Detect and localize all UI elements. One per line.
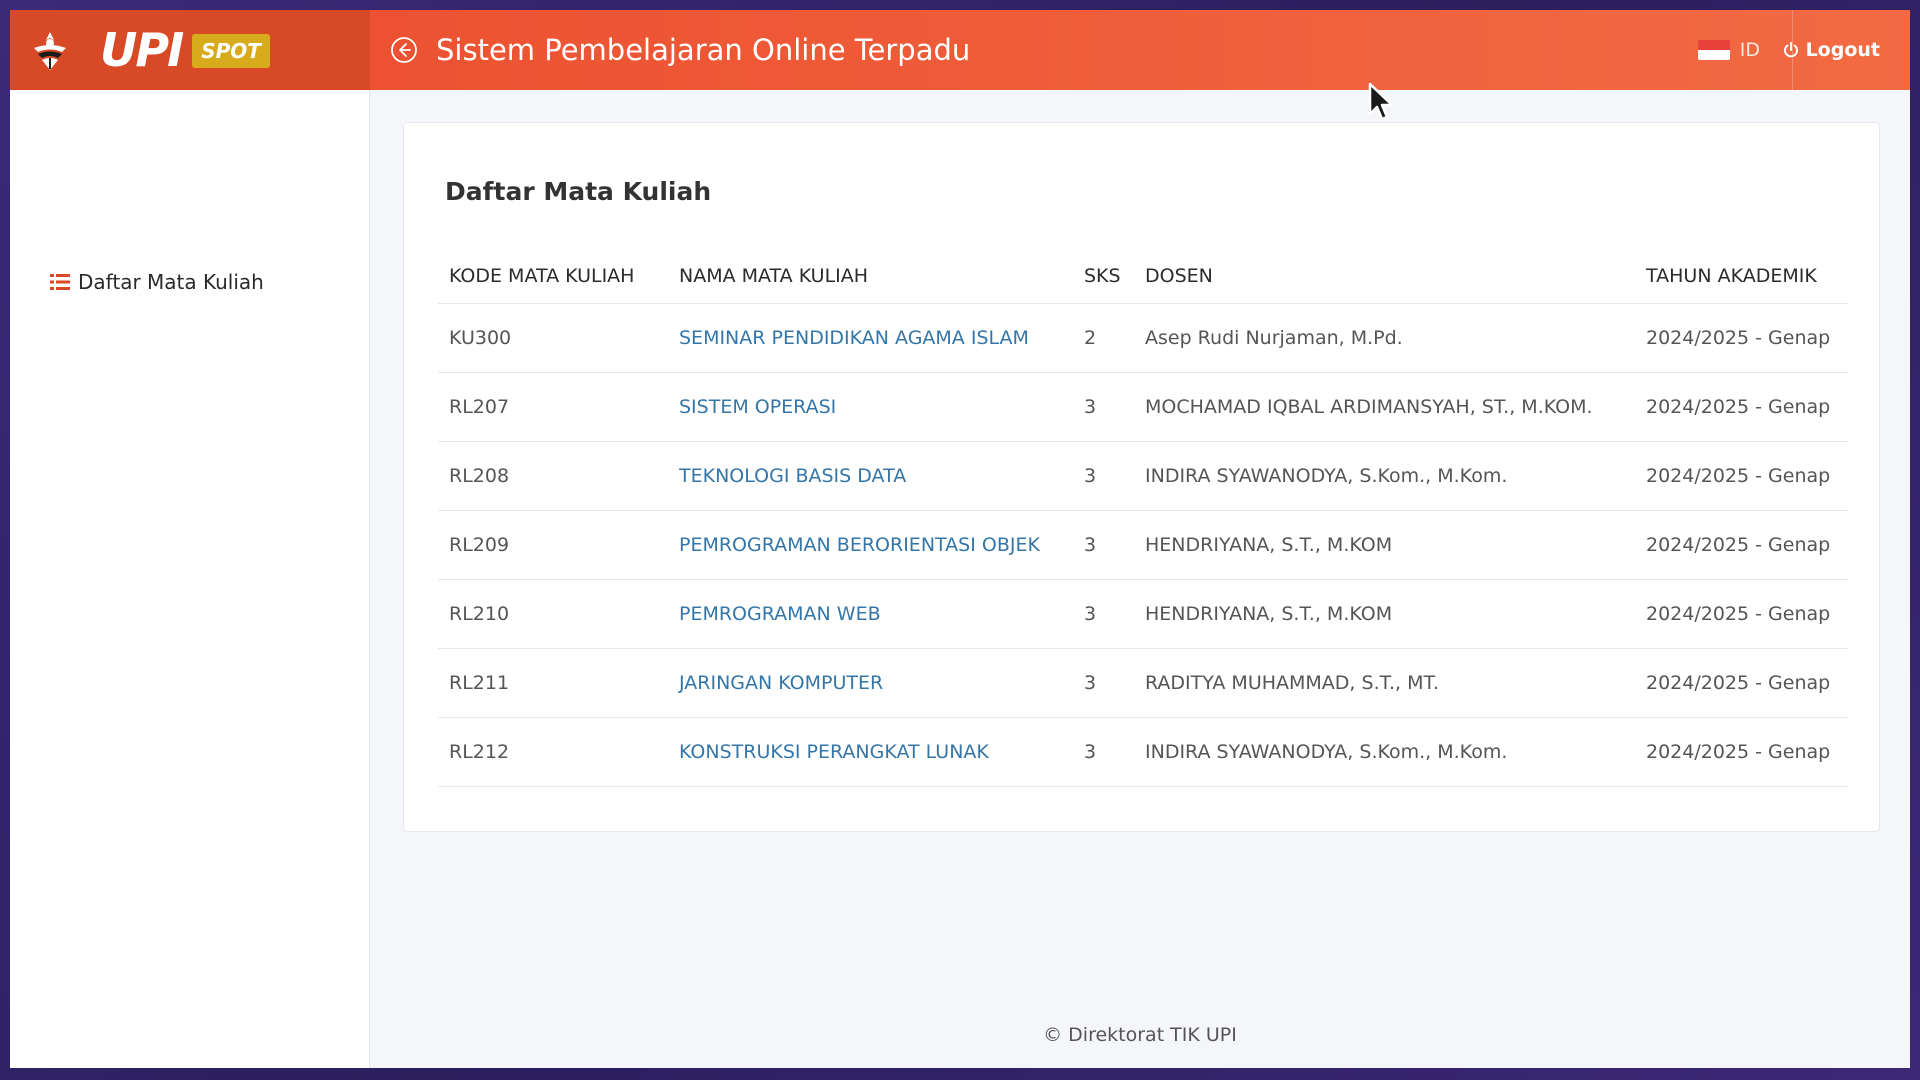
course-sks-cell: 2 [1073, 303, 1134, 373]
course-year-cell: 2024/2025 - Genap [1635, 303, 1848, 373]
upi-emblem-icon [34, 32, 66, 70]
browser-window: UPI SPOT Sistem Pembelajaran Online Terp… [10, 10, 1910, 1068]
column-header-year: TAHUN AKADEMIK [1635, 249, 1848, 304]
course-name-link[interactable]: TEKNOLOGI BASIS DATA [668, 441, 1073, 511]
table-row: RL212 KONSTRUKSI PERANGKAT LUNAK 3 INDIRA S… [438, 717, 1848, 787]
course-year-cell: 2024/2025 - Genap [1635, 717, 1848, 787]
course-sks-cell: 3 [1073, 648, 1134, 718]
course-year-cell: 2024/2025 - Genap [1635, 441, 1848, 511]
language-label: ID [1739, 39, 1760, 61]
course-code-cell: RL212 [438, 717, 668, 787]
sidebar-item-daftar-mata-kuliah[interactable]: Daftar Mata Kuliah [50, 270, 264, 294]
table-row: RL211 JARINGAN KOMPUTER 3 RADITYA MUHAMMAD,… [438, 648, 1848, 718]
column-header-code: KODE MATA KULIAH [438, 249, 668, 304]
brand-wordmark: UPI [100, 23, 184, 77]
course-code-cell: RL207 [438, 372, 668, 442]
indonesia-flag-icon [1697, 40, 1730, 60]
course-lecturer-cell: HENDRIYANA, S.T., M.KOM [1134, 579, 1635, 649]
top-navbar: Sistem Pembelajaran Online Terpadu ID Lo… [370, 10, 1910, 90]
course-code-cell: RL209 [438, 510, 668, 580]
logout-label: Logout [1805, 39, 1880, 61]
course-lecturer-cell: Asep Rudi Nurjaman, M.Pd. [1134, 303, 1635, 373]
course-name-link[interactable]: JARINGAN KOMPUTER [668, 648, 1073, 718]
logout-button[interactable]: Logout [1782, 10, 1880, 90]
brand-logo[interactable]: UPI SPOT [10, 10, 370, 90]
course-name-link[interactable]: SEMINAR PENDIDIKAN AGAMA ISLAM [668, 303, 1073, 373]
power-icon [1783, 42, 1798, 58]
app-title: Sistem Pembelajaran Online Terpadu [436, 33, 971, 67]
course-year-cell: 2024/2025 - Genap [1635, 510, 1848, 580]
course-name-link[interactable]: PEMROGRAMAN BERORIENTASI OBJEK [668, 510, 1073, 580]
column-header-name: NAMA MATA KULIAH [668, 249, 1073, 304]
course-year-cell: 2024/2025 - Genap [1635, 579, 1848, 649]
card-title: Daftar Mata Kuliah [445, 177, 712, 206]
brand-badge: SPOT [192, 34, 270, 68]
course-year-cell: 2024/2025 - Genap [1635, 648, 1848, 718]
course-lecturer-cell: RADITYA MUHAMMAD, S.T., MT. [1134, 648, 1635, 718]
course-lecturer-cell: INDIRA SYAWANODYA, S.Kom., M.Kom. [1134, 441, 1635, 511]
course-table: KODE MATA KULIAH NAMA MATA KULIAH SKS DO… [438, 249, 1848, 787]
table-row: RL210 PEMROGRAMAN WEB 3 HENDRIYANA, S.T., M… [438, 579, 1848, 649]
table-row: RL209 PEMROGRAMAN BERORIENTASI OBJEK 3 HEND… [438, 510, 1848, 580]
course-sks-cell: 3 [1073, 510, 1134, 580]
course-sks-cell: 3 [1073, 441, 1134, 511]
sidebar: Daftar Mata Kuliah [10, 90, 370, 1068]
course-sks-cell: 3 [1073, 717, 1134, 787]
column-header-sks: SKS [1073, 249, 1134, 304]
course-code-cell: RL210 [438, 579, 668, 649]
course-code-cell: KU300 [438, 303, 668, 373]
app-header: UPI SPOT Sistem Pembelajaran Online Terp… [10, 10, 1910, 90]
table-row: KU300 SEMINAR PENDIDIKAN AGAMA ISLAM 2 Asep… [438, 303, 1848, 373]
course-code-cell: RL211 [438, 648, 668, 718]
course-name-link[interactable]: KONSTRUKSI PERANGKAT LUNAK [668, 717, 1073, 787]
course-lecturer-cell: INDIRA SYAWANODYA, S.Kom., M.Kom. [1134, 717, 1635, 787]
course-lecturer-cell: MOCHAMAD IQBAL ARDIMANSYAH, ST., M.KOM. [1134, 372, 1635, 442]
course-lecturer-cell: HENDRIYANA, S.T., M.KOM [1134, 510, 1635, 580]
footer-copyright: © Direktorat TIK UPI [1043, 1024, 1237, 1046]
course-code-cell: RL208 [438, 441, 668, 511]
course-name-link[interactable]: PEMROGRAMAN WEB [668, 579, 1073, 649]
mouse-cursor-icon [1368, 82, 1394, 121]
table-row: RL207 SISTEM OPERASI 3 MOCHAMAD IQBAL ARDIM… [438, 372, 1848, 442]
table-row: RL208 TEKNOLOGI BASIS DATA 3 INDIRA SYAWANO… [438, 441, 1848, 511]
course-sks-cell: 3 [1073, 372, 1134, 442]
column-header-lecturer: DOSEN [1134, 249, 1635, 304]
language-switch[interactable]: ID [1697, 10, 1760, 90]
course-year-cell: 2024/2025 - Genap [1635, 372, 1848, 442]
back-arrow-icon[interactable] [390, 36, 418, 64]
list-icon [50, 274, 70, 290]
table-header-row: KODE MATA KULIAH NAMA MATA KULIAH SKS DO… [438, 249, 1848, 304]
sidebar-item-label: Daftar Mata Kuliah [78, 270, 264, 294]
course-name-link[interactable]: SISTEM OPERASI [668, 372, 1073, 442]
course-list-card: Daftar Mata Kuliah KODE MATA KULIAH NAMA… [403, 122, 1880, 832]
course-sks-cell: 3 [1073, 579, 1134, 649]
